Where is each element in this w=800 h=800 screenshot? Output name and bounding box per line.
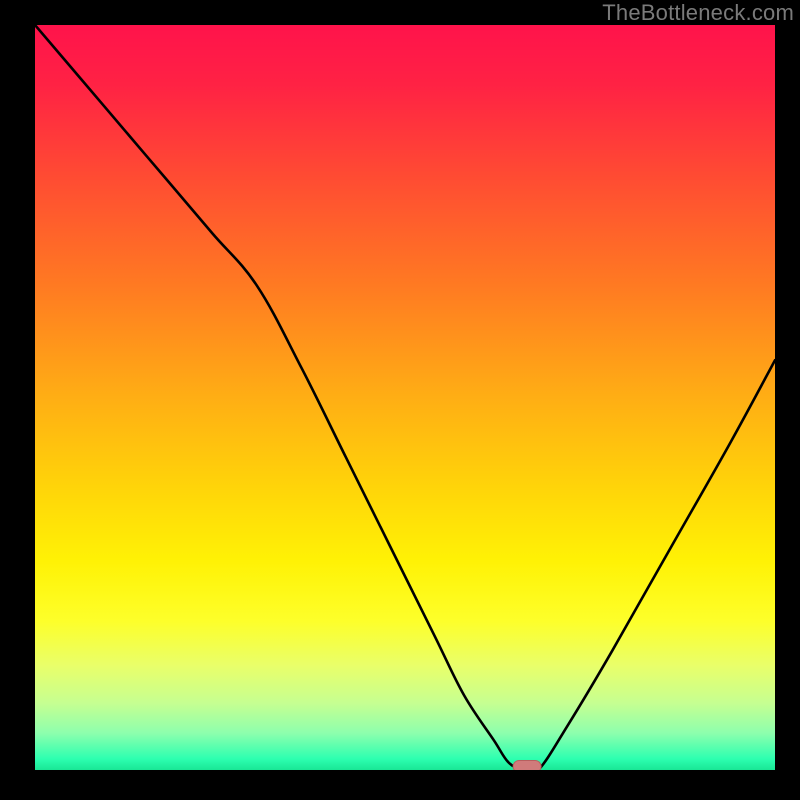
- optimal-marker: [513, 761, 541, 771]
- watermark: TheBottleneck.com: [602, 0, 794, 26]
- chart-container: TheBottleneck.com: [0, 0, 800, 800]
- chart-svg: [35, 25, 775, 770]
- heat-gradient: [35, 25, 775, 770]
- bottleneck-chart: [35, 25, 775, 770]
